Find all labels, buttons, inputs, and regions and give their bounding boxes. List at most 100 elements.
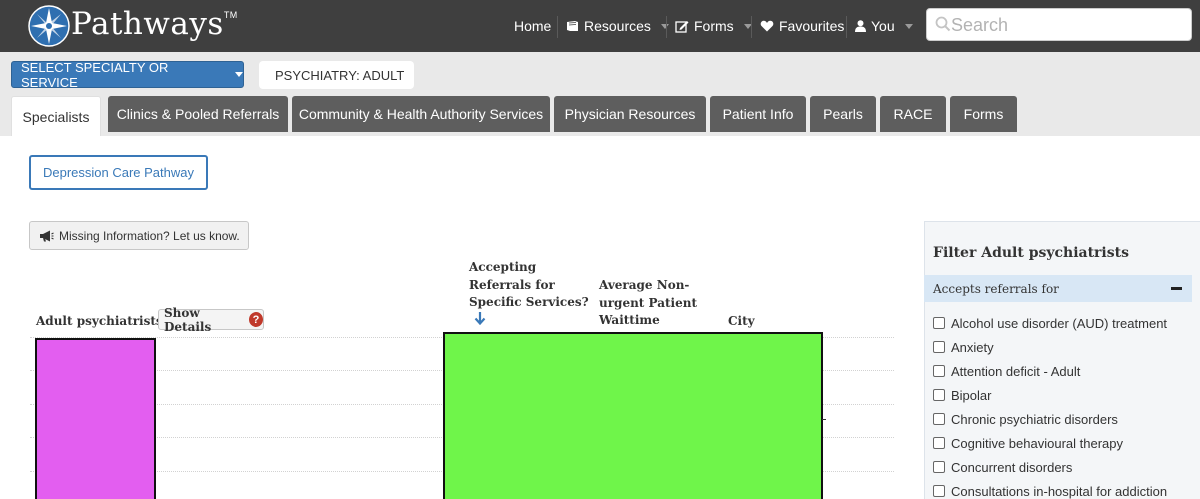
tab-forms[interactable]: Forms [950, 96, 1017, 132]
header-line: Specific Services? [469, 295, 589, 309]
filter-option[interactable]: Consultations in-hospital for addiction [933, 481, 1167, 499]
filter-option[interactable]: Chronic psychiatric disorders [933, 409, 1118, 429]
tab-clinics[interactable]: Clinics & Pooled Referrals [108, 96, 288, 132]
column-header-accepting[interactable]: Accepting Referrals for Specific Service… [469, 259, 589, 312]
logo-icon[interactable] [28, 5, 70, 47]
checkbox[interactable] [933, 389, 945, 401]
filter-option[interactable]: Bipolar [933, 385, 991, 405]
filter-option[interactable]: Alcohol use disorder (AUD) treatment [933, 313, 1167, 333]
tab-race[interactable]: RACE [880, 96, 946, 132]
select-specialty-button[interactable]: SELECT SPECIALTY OR SERVICE [11, 59, 244, 90]
tab-pearls[interactable]: Pearls [810, 96, 876, 132]
nav-resources[interactable]: Resources [566, 18, 669, 34]
tab-label: Physician Resources [564, 106, 696, 122]
megaphone-icon [40, 230, 54, 241]
search-box[interactable] [926, 8, 1192, 41]
filter-title-label: Filter Adult psychiatrists [933, 245, 1129, 261]
search-input[interactable] [951, 13, 1187, 37]
column-header-name-label: Adult psychiatrists [36, 314, 163, 328]
tab-label: RACE [893, 106, 933, 122]
trademark: TM [223, 10, 238, 20]
book-icon [567, 21, 578, 31]
filter-option[interactable]: Attention deficit - Adult [933, 361, 1080, 381]
checkbox[interactable] [933, 461, 945, 473]
sort-down-icon[interactable] [474, 311, 486, 325]
filter-option-label: Bipolar [951, 387, 992, 403]
filter-section-label: Accepts referrals for [933, 281, 1059, 296]
brand-name[interactable]: PathwaysTM [71, 6, 238, 42]
nav-resources-label: Resources [584, 18, 651, 34]
search-icon [935, 16, 951, 32]
checkbox[interactable] [933, 485, 945, 497]
tab-physician-resources[interactable]: Physician Resources [554, 96, 706, 132]
checkbox[interactable] [933, 317, 945, 329]
nav-home[interactable]: Home [514, 18, 551, 34]
tab-label: Pearls [823, 106, 863, 122]
show-details-label: Show Details [164, 305, 212, 334]
nav-divider [557, 16, 558, 38]
nav-you-label: You [871, 18, 895, 34]
tab-label: Patient Info [722, 106, 794, 122]
user-icon [855, 20, 866, 32]
filter-option[interactable]: Concurrent disorders [933, 457, 1072, 477]
filter-title: Filter Adult psychiatrists [933, 245, 1129, 261]
pathway-label: Depression Care Pathway [42, 165, 195, 180]
top-nav: PathwaysTM Home Resources Forms Favourit… [0, 0, 1200, 52]
checkbox[interactable] [933, 341, 945, 353]
filter-option-label: Attention deficit - Adult [951, 363, 1081, 379]
current-specialty-label: PSYCHIATRY: ADULT [275, 67, 405, 83]
heart-icon [760, 20, 774, 32]
collapse-icon[interactable] [1171, 287, 1182, 290]
brand-text: Pathways [71, 6, 224, 42]
filter-option-label: Cognitive behavioural therapy [951, 435, 1123, 451]
filter-option-label: Consultations in-hospital for addiction [951, 483, 1168, 499]
checkbox[interactable] [933, 437, 945, 449]
header-line: Average Non- [599, 278, 690, 292]
select-specialty-label: SELECT SPECIALTY OR SERVICE [21, 59, 169, 90]
header-line: Referrals for [469, 277, 555, 292]
tab-specialists[interactable]: Specialists [11, 96, 101, 136]
nav-home-label: Home [514, 18, 552, 34]
tab-community-services[interactable]: Community & Health Authority Services [292, 96, 550, 132]
help-icon: ? [249, 312, 263, 327]
column-header-city[interactable]: City [728, 313, 755, 331]
filter-option-label: Concurrent disorders [951, 459, 1073, 475]
column-header-waittime[interactable]: Average Non- urgent Patient Waittime [599, 277, 697, 330]
chevron-down-icon [235, 72, 243, 77]
nav-you[interactable]: You [855, 18, 913, 34]
tab-label: Clinics & Pooled Referrals [116, 106, 280, 122]
column-header-city-label: City [728, 314, 755, 328]
nav-forms-label: Forms [694, 18, 734, 34]
redaction-block-names [35, 338, 156, 499]
filter-section-header[interactable]: Accepts referrals for [924, 275, 1192, 302]
current-specialty: PSYCHIATRY: ADULT [259, 61, 414, 89]
edit-icon [675, 20, 689, 33]
nav-favourites-label: Favourites [779, 18, 845, 34]
redaction-block-details [443, 332, 823, 499]
tab-label: Specialists [22, 108, 90, 125]
tab-label: Forms [963, 106, 1004, 122]
checkbox[interactable] [933, 413, 945, 425]
chevron-down-icon [660, 23, 669, 29]
filter-option[interactable]: Anxiety [933, 337, 994, 357]
filter-option[interactable]: Cognitive behavioural therapy [933, 433, 1123, 453]
row-marker [822, 419, 826, 420]
header-line: Waittime [599, 313, 660, 327]
show-details-button[interactable]: Show Details ? [158, 306, 264, 334]
checkbox[interactable] [933, 365, 945, 377]
column-header-name: Adult psychiatrists [36, 313, 163, 331]
header-line: urgent Patient [599, 295, 697, 310]
header-line: Accepting [469, 260, 537, 274]
depression-pathway-button[interactable]: Depression Care Pathway [29, 155, 208, 190]
filter-option-label: Anxiety [951, 339, 994, 355]
nav-favourites[interactable]: Favourites [760, 18, 844, 34]
missing-info-label: Missing Information? Let us know. [59, 228, 240, 243]
missing-info-button[interactable]: Missing Information? Let us know. [29, 221, 249, 250]
tab-patient-info[interactable]: Patient Info [710, 96, 806, 132]
nav-divider [751, 16, 752, 38]
chevron-down-icon [904, 23, 913, 29]
nav-divider [666, 16, 667, 38]
filter-option-label: Chronic psychiatric disorders [951, 411, 1118, 427]
nav-forms[interactable]: Forms [675, 18, 752, 34]
filter-option-label: Alcohol use disorder (AUD) treatment [951, 315, 1168, 331]
